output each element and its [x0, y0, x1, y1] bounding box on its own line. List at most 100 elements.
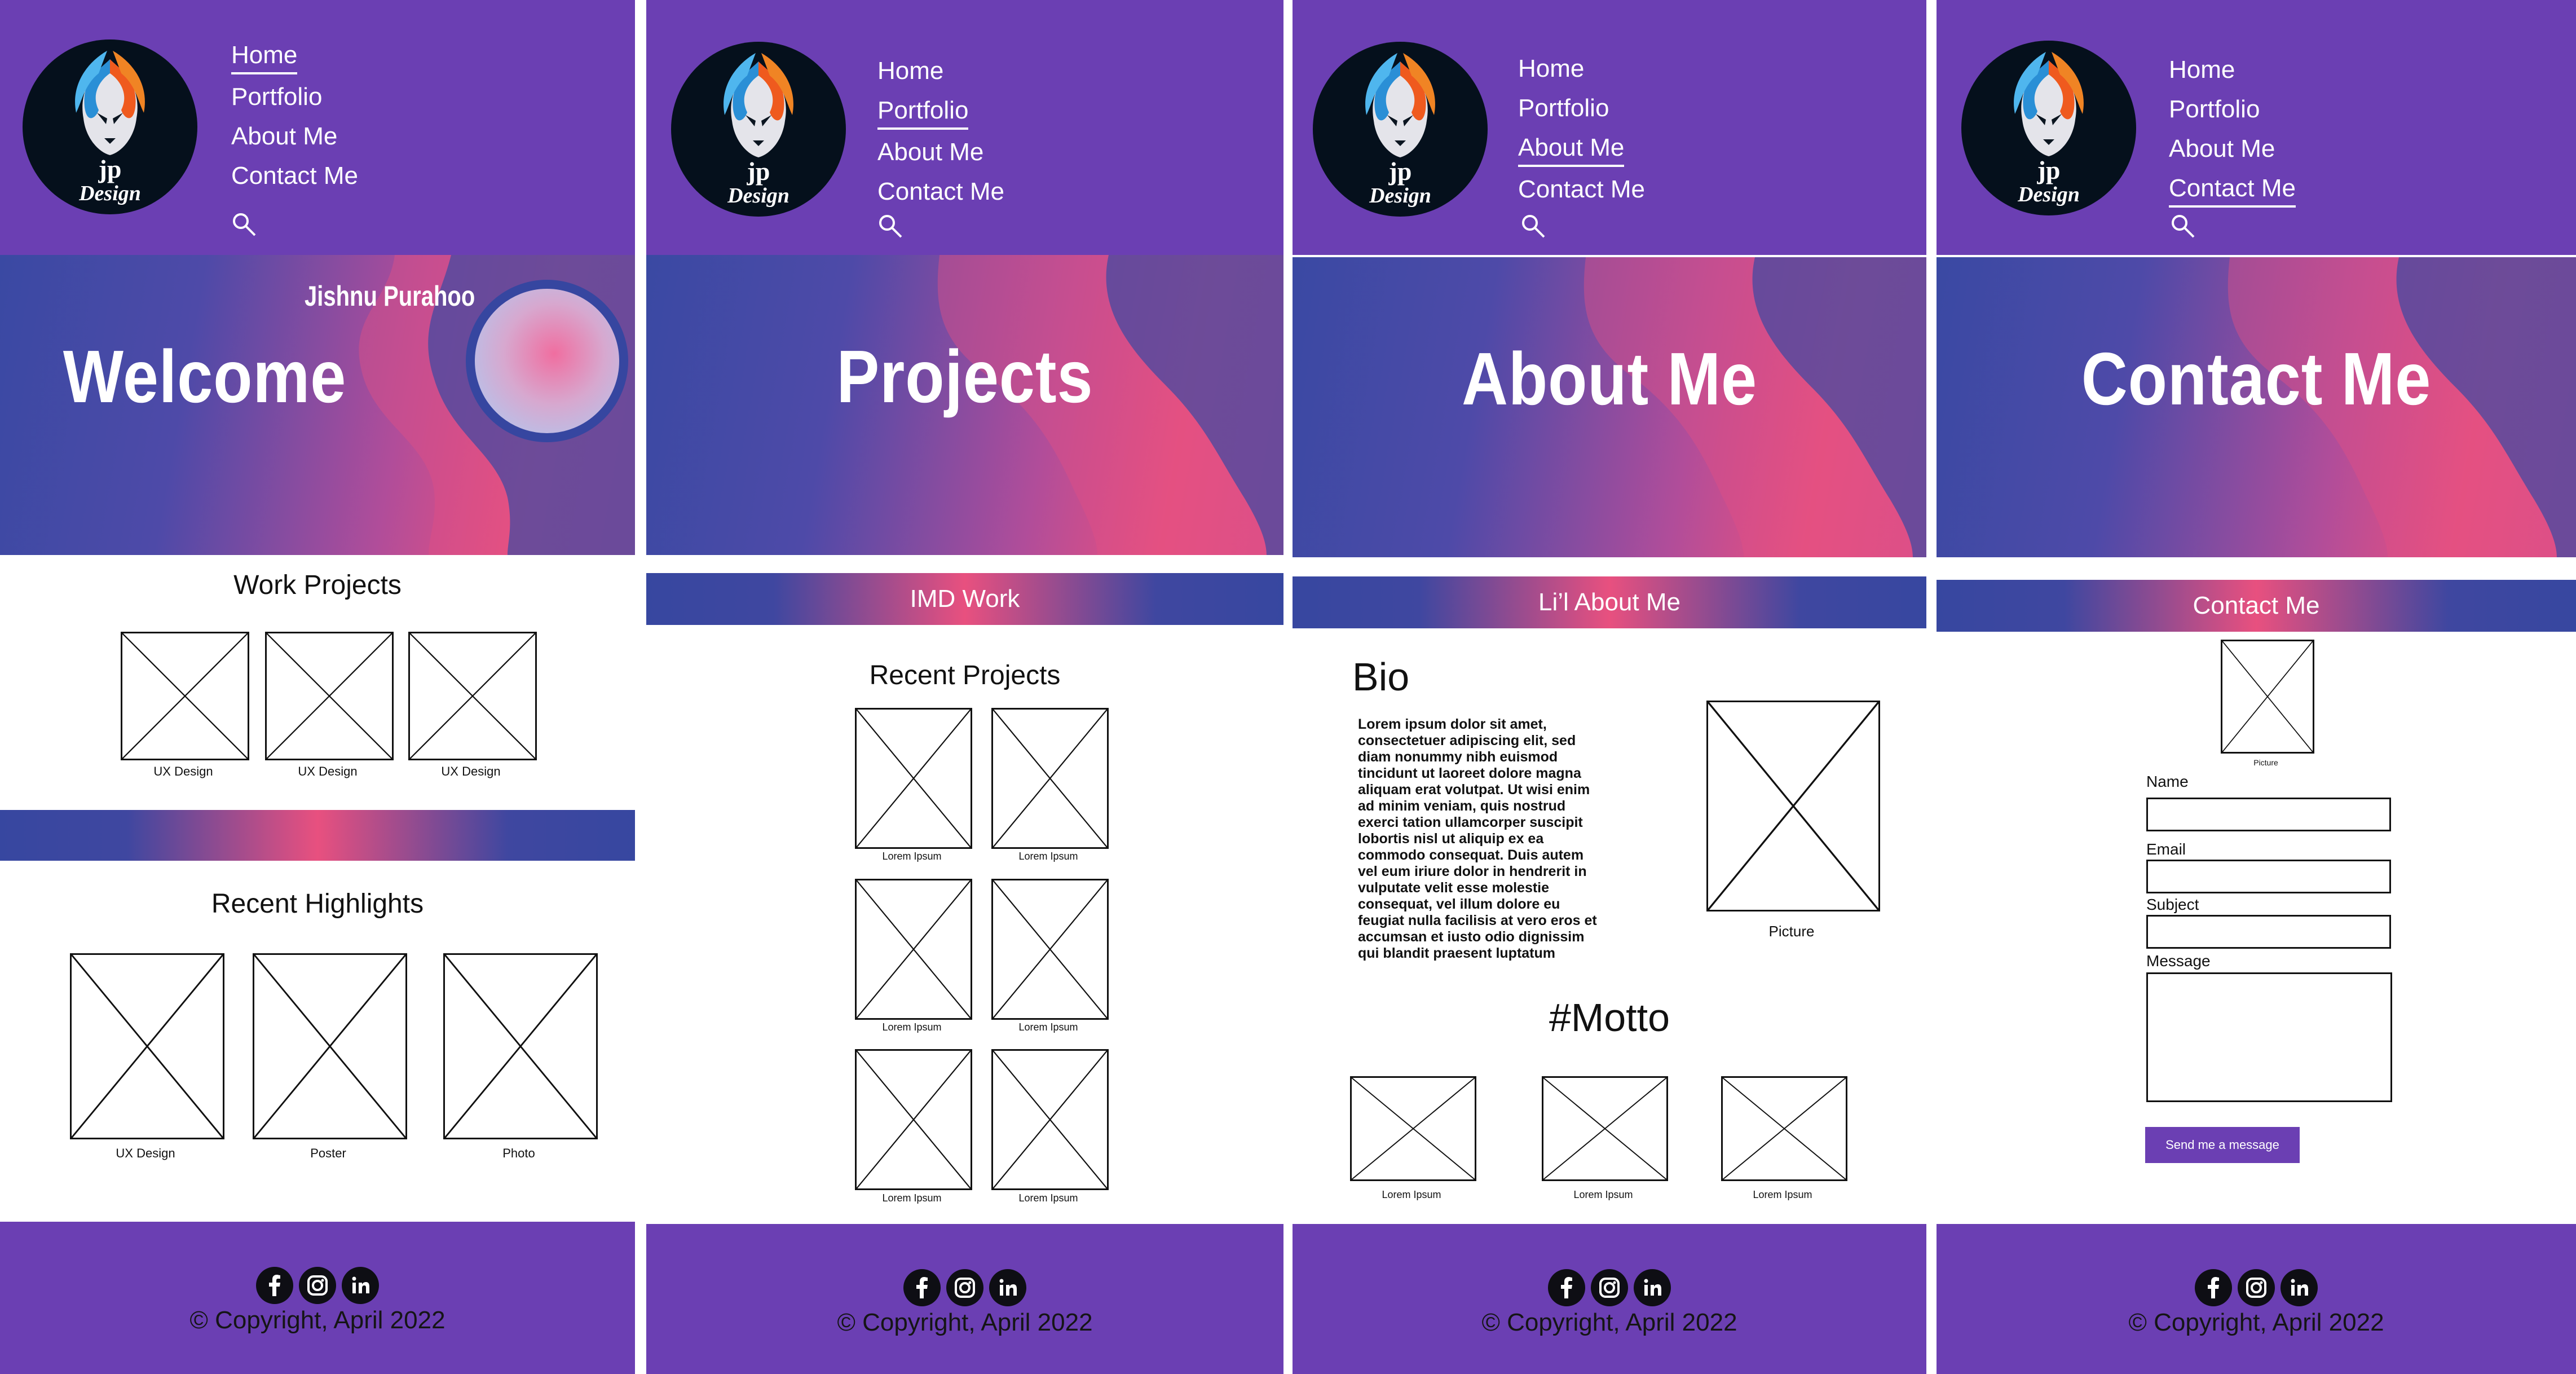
- facebook-icon[interactable]: [2195, 1269, 2232, 1306]
- search-icon[interactable]: [877, 213, 903, 239]
- motto-thumb[interactable]: [1350, 1076, 1476, 1181]
- work-project-thumb[interactable]: [408, 632, 537, 760]
- svg-text:jp: jp: [2037, 156, 2061, 184]
- linkedin-icon[interactable]: [989, 1269, 1026, 1306]
- message-field[interactable]: [2146, 972, 2392, 1102]
- work-project-thumb[interactable]: [121, 632, 249, 760]
- highlight-thumb[interactable]: [253, 953, 407, 1139]
- banner-title: Welcome: [63, 335, 347, 418]
- nav-contact[interactable]: Contact Me: [1518, 177, 1645, 202]
- instagram-icon[interactable]: [2238, 1269, 2275, 1306]
- page-about: jp Design Home Portfolio About Me Contac…: [1293, 0, 1926, 1374]
- project-thumb[interactable]: [855, 879, 972, 1020]
- site-header: jp Design Home Portfolio About Me Contac…: [646, 0, 1283, 255]
- nav-about[interactable]: About Me: [2169, 136, 2296, 161]
- nav-contact[interactable]: Contact Me: [877, 179, 1004, 204]
- facebook-icon[interactable]: [903, 1269, 941, 1306]
- work-project-thumb[interactable]: [265, 632, 394, 760]
- site-header: jp Design Home Portfolio About Me Contac…: [1293, 0, 1926, 255]
- jp-design-logo[interactable]: jp Design: [1313, 42, 1488, 217]
- instagram-icon[interactable]: [299, 1267, 336, 1304]
- hero-banner: Contact Me: [1937, 257, 2576, 557]
- copyright-text: © Copyright, April 2022: [189, 1306, 445, 1334]
- linkedin-icon[interactable]: [1634, 1269, 1671, 1306]
- project-thumb[interactable]: [991, 708, 1109, 849]
- linkedin-icon[interactable]: [2281, 1269, 2318, 1306]
- motto-caption: Lorem Ipsum: [1573, 1189, 1633, 1200]
- project-thumb[interactable]: [991, 879, 1109, 1020]
- motto-thumb[interactable]: [1542, 1076, 1668, 1181]
- svg-text:Design: Design: [1369, 184, 1431, 208]
- facebook-icon[interactable]: [256, 1267, 293, 1304]
- social-links: [0, 1267, 635, 1304]
- name-label: Name: [2146, 773, 2189, 790]
- owner-name: Jishnu Purahoo: [305, 280, 475, 312]
- project-caption: Lorem Ipsum: [882, 851, 942, 862]
- nav-portfolio[interactable]: Portfolio: [877, 98, 969, 130]
- name-field[interactable]: [2146, 798, 2391, 831]
- main-nav: Home Portfolio About Me Contact Me: [877, 59, 1004, 219]
- project-thumb[interactable]: [855, 1049, 972, 1190]
- search-icon[interactable]: [2170, 213, 2196, 239]
- nav-about[interactable]: About Me: [231, 124, 358, 149]
- nav-home[interactable]: Home: [231, 43, 298, 74]
- project-thumb[interactable]: [991, 1049, 1109, 1190]
- motto-caption: Lorem Ipsum: [1753, 1189, 1812, 1200]
- nav-home[interactable]: Home: [877, 59, 1004, 83]
- nav-contact[interactable]: Contact Me: [2169, 176, 2296, 208]
- project-thumb[interactable]: [855, 708, 972, 849]
- jp-design-logo[interactable]: jp Design: [671, 42, 846, 217]
- copyright-text: © Copyright, April 2022: [2128, 1309, 2384, 1336]
- email-field[interactable]: [2146, 860, 2391, 893]
- search-icon[interactable]: [1520, 213, 1546, 239]
- highlight-thumb[interactable]: [70, 953, 224, 1139]
- email-label: Email: [2146, 840, 2186, 858]
- nav-about[interactable]: About Me: [1518, 135, 1625, 167]
- banner-title: About Me: [1462, 337, 1757, 420]
- banner-title: Contact Me: [2081, 337, 2432, 420]
- linkedin-icon[interactable]: [342, 1267, 379, 1304]
- picture-caption: Picture: [1768, 923, 1815, 940]
- svg-text:Design: Design: [727, 184, 789, 208]
- motto-caption: Lorem Ipsum: [1382, 1189, 1441, 1200]
- nav-portfolio[interactable]: Portfolio: [2169, 97, 2296, 122]
- project-caption: Lorem Ipsum: [882, 1192, 942, 1204]
- nav-home[interactable]: Home: [1518, 56, 1645, 81]
- instagram-icon[interactable]: [1591, 1269, 1628, 1306]
- work-project-caption: UX Design: [153, 764, 213, 778]
- motto-thumb[interactable]: [1721, 1076, 1847, 1181]
- nav-portfolio[interactable]: Portfolio: [1518, 96, 1645, 121]
- main-nav: Home Portfolio About Me Contact Me: [1518, 56, 1645, 217]
- recent-projects-heading: Recent Projects: [869, 660, 1061, 690]
- svg-text:jp: jp: [747, 157, 770, 186]
- site-footer: © Copyright, April 2022: [1293, 1224, 1926, 1374]
- nav-contact[interactable]: Contact Me: [231, 164, 358, 188]
- section-bar: Li’l About Me: [1293, 576, 1926, 628]
- recent-highlights-heading: Recent Highlights: [211, 889, 424, 919]
- jp-design-logo[interactable]: jp Design: [1961, 41, 2136, 215]
- site-footer: © Copyright, April 2022: [1937, 1224, 2576, 1374]
- search-icon[interactable]: [231, 212, 257, 237]
- message-label: Message: [2146, 952, 2211, 970]
- highlight-thumb[interactable]: [443, 953, 598, 1139]
- hero-banner: Projects: [646, 255, 1283, 555]
- jp-design-logo[interactable]: jp Design: [23, 39, 197, 214]
- page-home: jp Design Home Portfolio About Me Contac…: [0, 0, 635, 1374]
- site-footer: © Copyright, April 2022: [646, 1224, 1283, 1374]
- instagram-icon[interactable]: [946, 1269, 983, 1306]
- contact-picture[interactable]: [2221, 640, 2314, 754]
- work-project-caption: UX Design: [298, 764, 358, 778]
- social-links: [1937, 1269, 2576, 1306]
- social-links: [1293, 1269, 1926, 1306]
- hero-banner: Jishnu Purahoo Welcome: [0, 255, 635, 555]
- highlight-caption: Poster: [310, 1146, 346, 1160]
- send-message-button[interactable]: Send me a message: [2145, 1127, 2300, 1163]
- bio-picture[interactable]: [1706, 701, 1880, 911]
- facebook-icon[interactable]: [1548, 1269, 1585, 1306]
- site-footer: © Copyright, April 2022: [0, 1222, 635, 1374]
- subject-field[interactable]: [2146, 915, 2391, 949]
- nav-portfolio[interactable]: Portfolio: [231, 85, 358, 109]
- nav-about[interactable]: About Me: [877, 140, 1004, 165]
- divider-bar: [0, 810, 635, 861]
- nav-home[interactable]: Home: [2169, 58, 2296, 82]
